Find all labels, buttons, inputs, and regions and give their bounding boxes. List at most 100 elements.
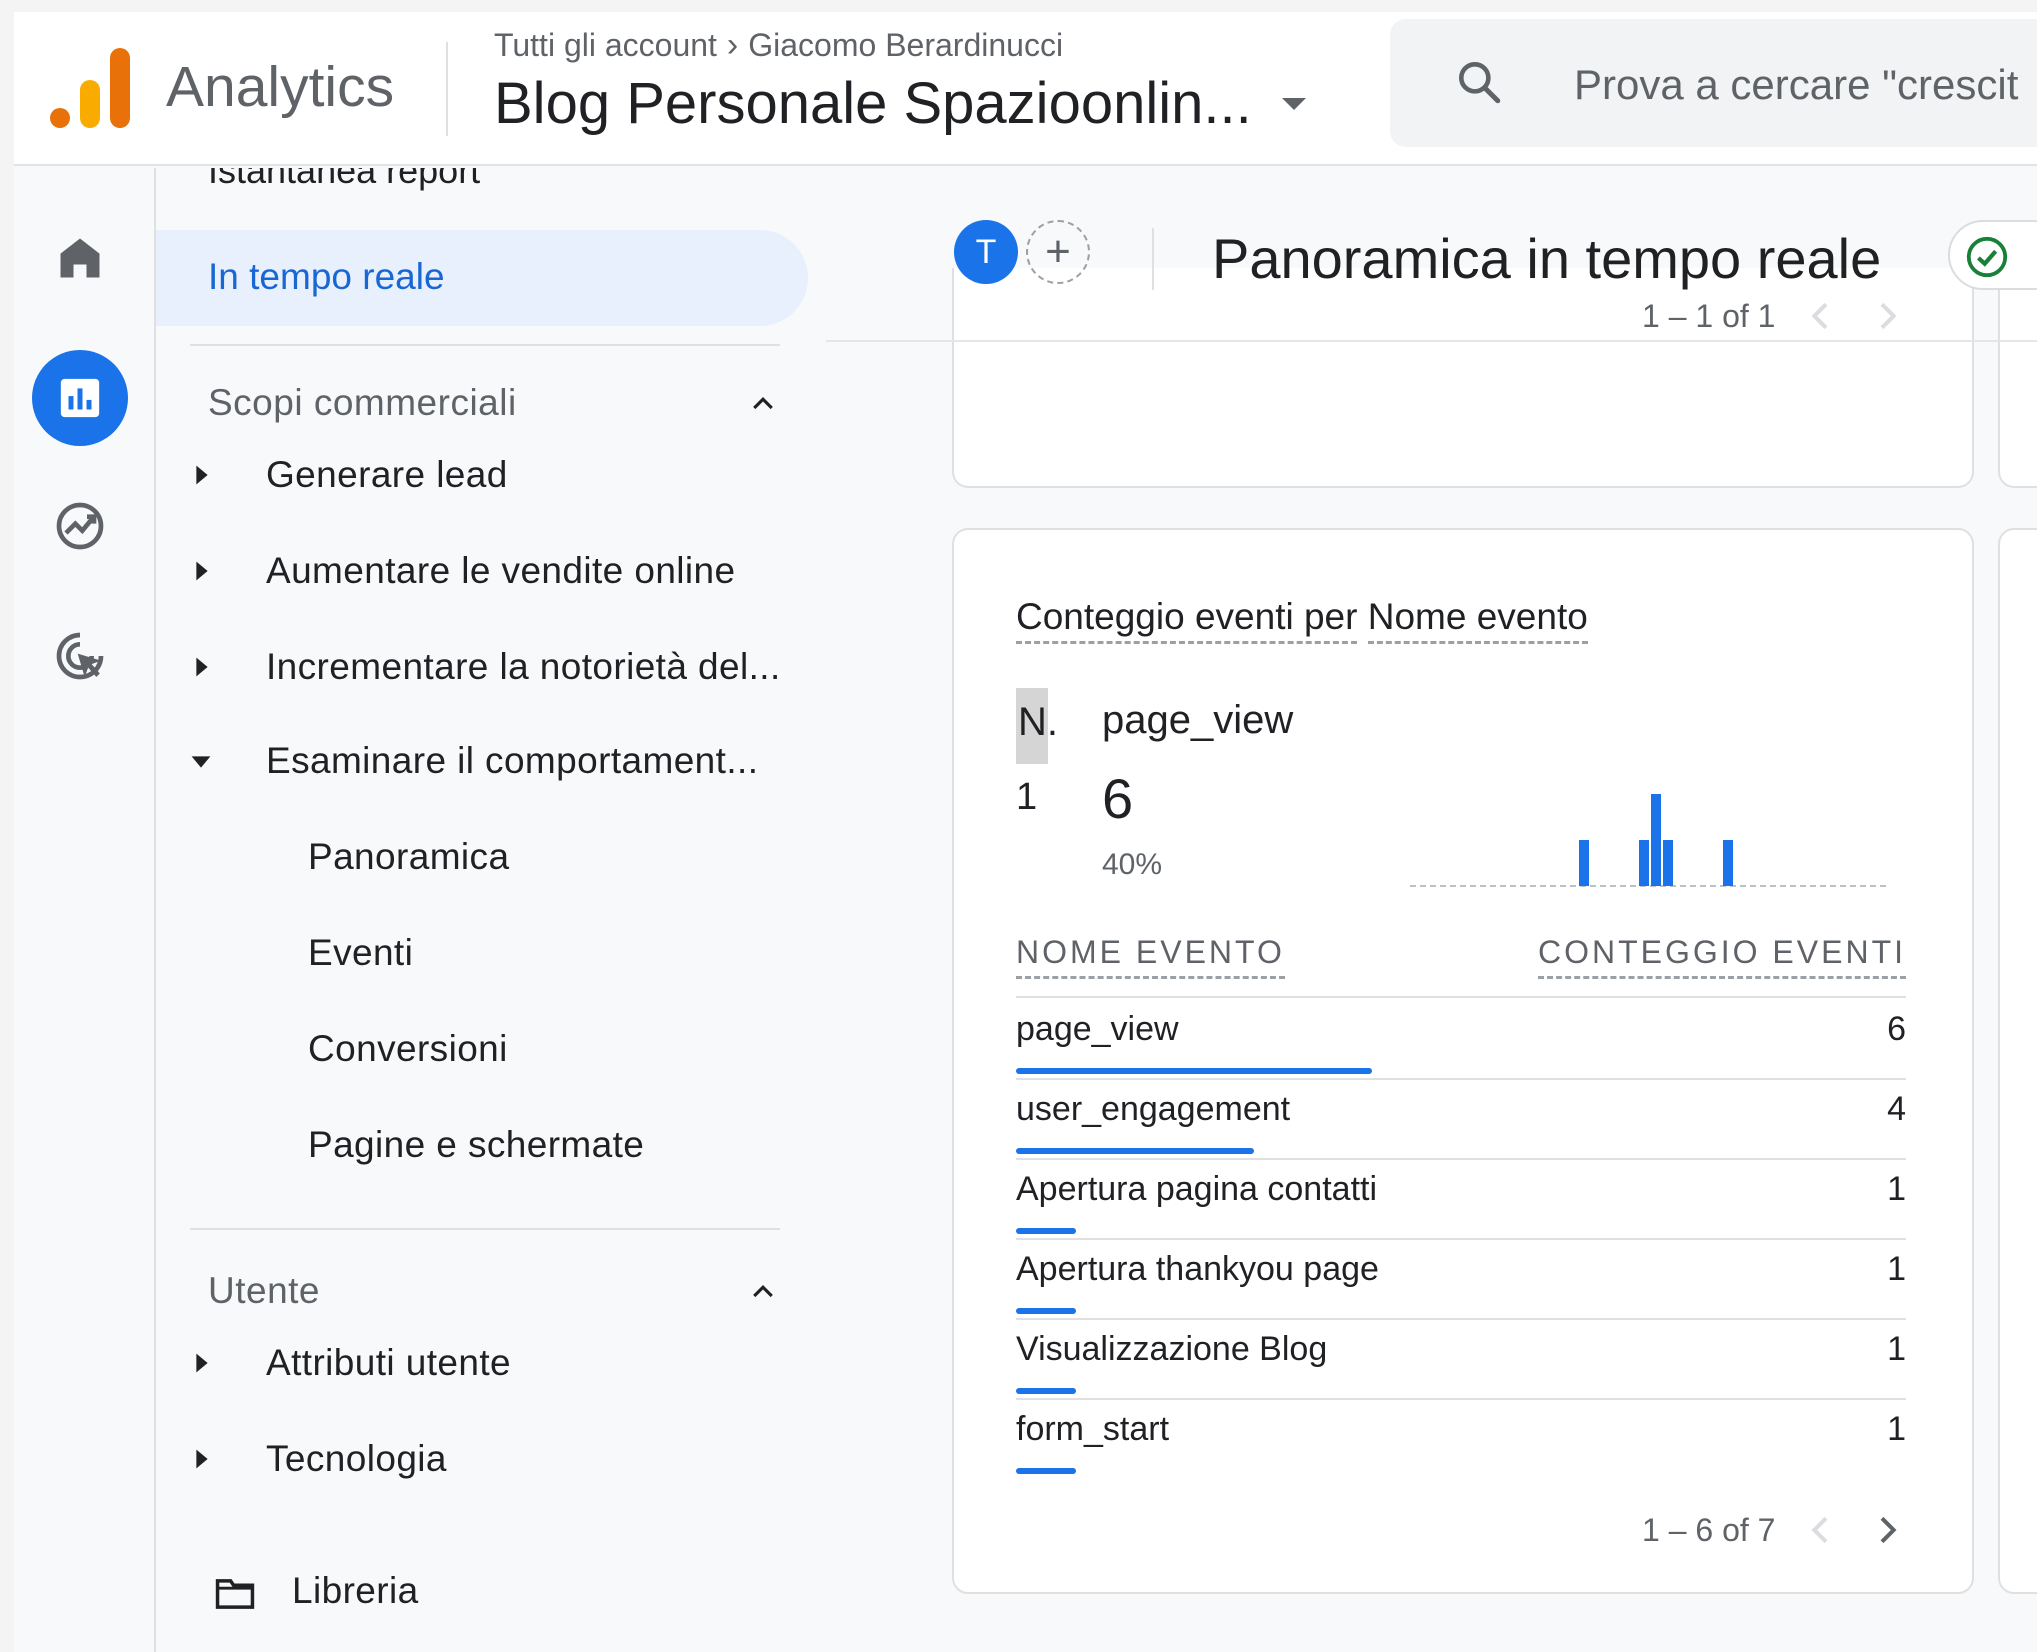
sidebar-item-label: Pagine e schermate (308, 1124, 645, 1165)
left-nav-rail (14, 168, 154, 1652)
card-title-dimension[interactable]: Nome evento (1367, 596, 1588, 644)
sidebar-item-online-sales[interactable]: Aumentare le vendite online (156, 532, 816, 612)
event-count-card: Conteggio eventi per Nome evento N. page… (952, 528, 1974, 1594)
event-name: form_start (1016, 1410, 1170, 1448)
header-divider (446, 42, 448, 136)
comparison-avatar[interactable]: T (954, 220, 1018, 284)
dropdown-arrow-icon[interactable] (1281, 97, 1306, 110)
sidebar-item-label: Eventi (308, 932, 414, 973)
chevron-up-icon[interactable] (748, 388, 778, 418)
search-icon[interactable] (1454, 57, 1504, 107)
top-event-value: 6 (1102, 767, 1134, 830)
page-toolbar: T + Panoramica in tempo reale (826, 168, 2037, 340)
event-count: 1 (1887, 1250, 1906, 1288)
sparkline-bar[interactable] (1663, 840, 1673, 886)
sidebar-item-events[interactable]: Eventi (156, 914, 816, 994)
table-row[interactable]: page_view 6 (1016, 998, 1906, 1078)
sidebar-item-label: Generare lead (266, 454, 508, 495)
sidebar-item-user-behavior[interactable]: Esaminare il comportament... (156, 722, 816, 802)
expand-arrow-icon[interactable] (192, 460, 212, 490)
event-name: page_view (1016, 1010, 1179, 1048)
search-bar[interactable]: Prova a cercare "crescit (1390, 19, 2037, 147)
table-row[interactable]: form_start 1 (1016, 1398, 1906, 1478)
folder-icon[interactable] (214, 1578, 256, 1610)
sidebar-item-technology[interactable]: Tecnologia (156, 1420, 816, 1500)
sidebar-item-realtime[interactable]: In tempo reale (156, 230, 808, 326)
property-selector[interactable]: Blog Personale Spazioonlin... (494, 70, 1306, 137)
status-badge[interactable] (1948, 220, 2037, 290)
sidebar-item-user-attributes[interactable]: Attributi utente (156, 1324, 816, 1404)
analytics-logo-icon[interactable] (46, 44, 136, 134)
sparkline-bar[interactable] (1723, 840, 1733, 886)
sidebar-divider (190, 1228, 780, 1230)
rank-header: N. (1016, 688, 1058, 764)
home-icon[interactable] (32, 210, 128, 306)
sidebar-item-library[interactable]: Libreria (292, 1570, 419, 1612)
table-row[interactable]: Apertura thankyou page 1 (1016, 1238, 1906, 1318)
advertising-icon[interactable] (32, 608, 128, 704)
sidebar-item-label: Incrementare la notorietà del... (266, 646, 781, 687)
column-header-event-name[interactable]: NOME EVENTO (1016, 934, 1285, 979)
explore-icon[interactable] (32, 478, 128, 574)
sidebar-item-overview[interactable]: Panoramica (156, 818, 816, 898)
side-card-main (1998, 528, 2037, 1594)
expand-arrow-icon[interactable] (192, 652, 212, 682)
toolbar-divider (1152, 228, 1154, 290)
rank-header-label: N. (1018, 700, 1058, 744)
breadcrumb-item[interactable]: Tutti gli account (494, 27, 717, 64)
sidebar-item-label: Attributi utente (266, 1342, 511, 1383)
event-name: Apertura thankyou page (1016, 1250, 1379, 1288)
breadcrumb[interactable]: Tutti gli account › Giacomo Berardinucci (494, 26, 1063, 65)
column-header-event-count[interactable]: CONTEGGIO EVENTI (1537, 934, 1906, 979)
sparkline-bar[interactable] (1651, 794, 1661, 886)
top-event-name: page_view (1102, 698, 1294, 742)
expand-arrow-icon[interactable] (192, 556, 212, 586)
add-comparison-button[interactable]: + (1026, 220, 1090, 284)
event-count: 6 (1887, 1010, 1906, 1048)
sidebar-item-generate-leads[interactable]: Generare lead (156, 436, 816, 516)
main-content: 1 – 1 of 1 T + Panoramica in tempo reale… (826, 168, 2037, 1652)
section-title-user[interactable]: Utente (208, 1270, 320, 1312)
table-row[interactable]: Apertura pagina contatti 1 (1016, 1158, 1906, 1238)
sidebar-divider (190, 344, 780, 346)
table-row[interactable]: user_engagement 4 (1016, 1078, 1906, 1158)
top-event-rank: 1 (1016, 776, 1038, 818)
card-title-metric[interactable]: Conteggio eventi per (1016, 596, 1358, 644)
share-bar (1016, 1228, 1076, 1234)
sidebar-item-pages-screens[interactable]: Pagine e schermate (156, 1106, 816, 1186)
breadcrumb-item[interactable]: Giacomo Berardinucci (748, 27, 1063, 64)
table-row[interactable]: Visualizzazione Blog 1 (1016, 1318, 1906, 1398)
share-bar (1016, 1068, 1372, 1074)
pagination-label: 1 – 6 of 7 (1642, 1511, 1776, 1548)
event-name: Visualizzazione Blog (1016, 1330, 1328, 1368)
sidebar-item-snapshot[interactable]: Istantanea report (208, 168, 480, 192)
reports-icon[interactable] (32, 350, 128, 446)
top-header: Analytics Tutti gli account › Giacomo Be… (14, 12, 2037, 166)
chevron-right-icon[interactable] (1867, 1510, 1907, 1550)
share-bar (1016, 1148, 1254, 1154)
property-name[interactable]: Blog Personale Spazioonlin... (494, 70, 1252, 137)
search-input[interactable]: Prova a cercare "crescit (1574, 61, 2018, 109)
sidebar-item-label: Conversioni (308, 1028, 508, 1069)
sidebar-item-brand-awareness[interactable]: Incrementare la notorietà del... (156, 628, 816, 708)
sidebar-item-conversions[interactable]: Conversioni (156, 1010, 816, 1090)
section-title-business[interactable]: Scopi commerciali (208, 382, 517, 424)
chevron-up-icon[interactable] (748, 1276, 778, 1306)
page-title: Panoramica in tempo reale (1212, 227, 1882, 290)
sparkline-bar[interactable] (1579, 840, 1589, 886)
sparkline-bar[interactable] (1639, 840, 1649, 886)
expand-arrow-icon[interactable] (192, 1348, 212, 1378)
collapse-arrow-icon[interactable] (186, 752, 216, 772)
event-count: 1 (1887, 1170, 1906, 1208)
event-count: 1 (1887, 1410, 1906, 1448)
chevron-left-icon[interactable] (1801, 1510, 1841, 1550)
expand-arrow-icon[interactable] (192, 1444, 212, 1474)
sidebar-item-label: In tempo reale (208, 256, 445, 297)
check-circle-icon (1966, 236, 2008, 278)
app-name[interactable]: Analytics (166, 54, 394, 120)
toolbar-shadow (826, 340, 2037, 342)
column-header-label: CONTEGGIO EVENTI (1537, 934, 1906, 979)
sidebar-item-label: Tecnologia (266, 1438, 447, 1479)
sidebar-item-label: Aumentare le vendite online (266, 550, 736, 591)
reports-sidebar: Istantanea report In tempo reale Scopi c… (156, 168, 826, 1652)
